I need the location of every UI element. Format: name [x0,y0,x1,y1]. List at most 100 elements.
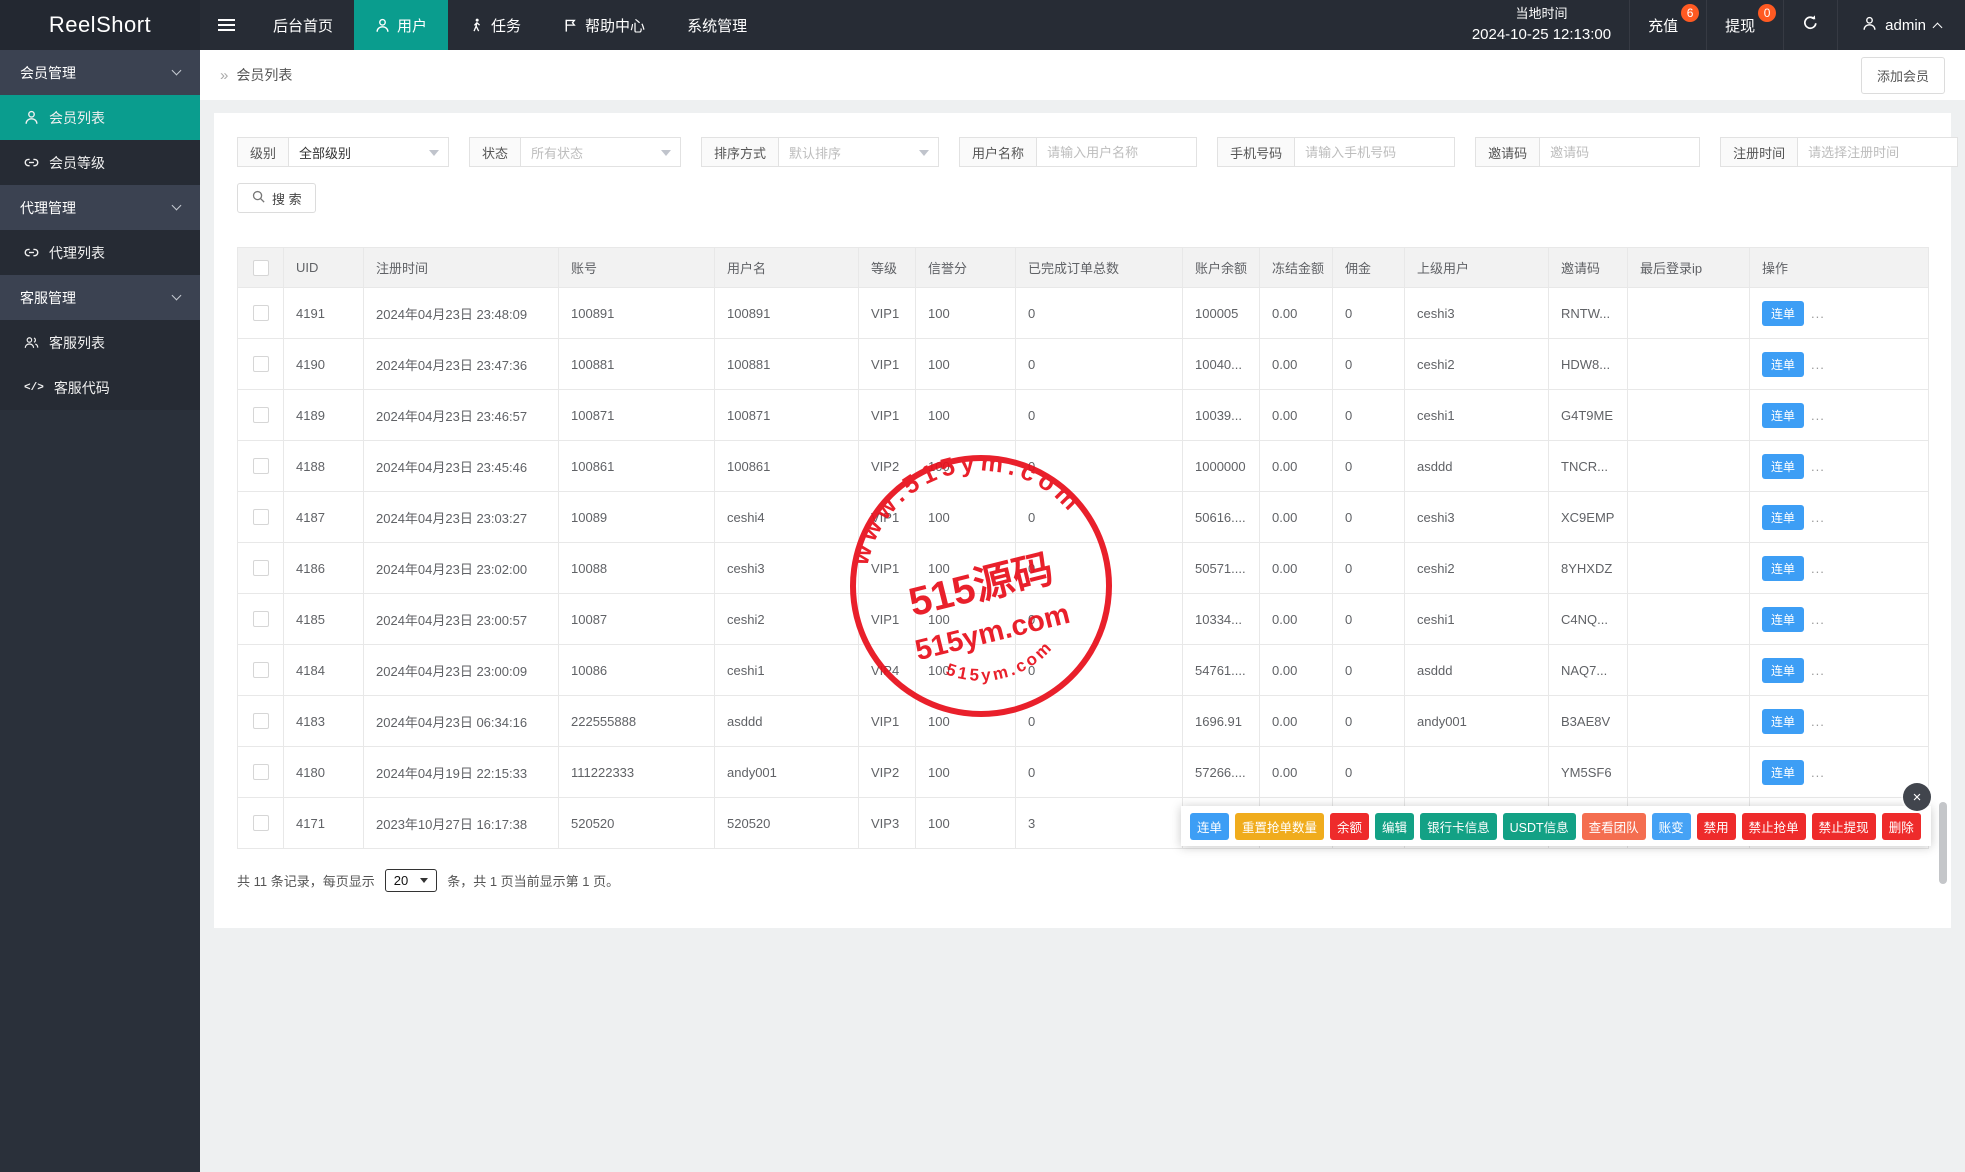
cell: 50571.... [1182,542,1260,594]
liandan-button[interactable]: 连单 [1762,351,1805,377]
scrollbar-thumb[interactable] [1939,802,1947,884]
liandan-button[interactable]: 连单 [1762,759,1805,785]
page-size-select[interactable]: 20 [384,869,438,892]
row-checkbox[interactable] [252,764,269,781]
actions-cell: 连单... [1749,389,1929,441]
filter-input-username[interactable] [1037,137,1198,167]
close-button[interactable]: × [1903,783,1931,811]
main-content: 级别全部级别状态所有状态排序方式默认排序用户名称手机号码邀请码注册时间 搜 索 … [200,100,1965,1172]
cell: ceshi2 [714,593,859,645]
select-all-checkbox[interactable] [252,259,269,276]
action-button-reset-grab-count[interactable]: 重置抢单数量 [1235,812,1325,840]
liandan-button[interactable]: 连单 [1762,657,1805,683]
column-header: UID [283,247,364,288]
row-checkbox[interactable] [252,356,269,373]
filter-select-level[interactable]: 全部级别 [289,137,450,167]
row-checkbox[interactable] [252,662,269,679]
sidebar-group-member-management[interactable]: 会员管理 [0,50,200,95]
menu-toggle-button[interactable] [200,0,252,50]
filter-select-sort[interactable]: 默认排序 [779,137,940,167]
row-checkbox[interactable] [252,611,269,628]
table-row: 4186 2024年04月23日 23:02:00 10088 ceshi3 VIP1 1… [237,542,1929,594]
row-checkbox[interactable] [252,407,269,424]
sidebar-item-label: 客服列表 [49,334,105,351]
cell: VIP1 [858,491,916,543]
liandan-button[interactable]: 连单 [1762,708,1805,734]
filter-input-phone[interactable] [1295,137,1456,167]
nav-item-help[interactable]: 帮助中心 [542,0,666,50]
row-checkbox[interactable] [252,815,269,832]
liandan-button[interactable]: 连单 [1762,606,1805,632]
cell: 10039... [1182,389,1260,441]
row-checkbox[interactable] [252,305,269,322]
liandan-button[interactable]: 连单 [1762,402,1805,428]
row-checkbox[interactable] [252,458,269,475]
sidebar-item-agent-list[interactable]: 代理列表 [0,230,200,275]
nav-item-tasks[interactable]: 任务 [448,0,542,50]
withdraw-button[interactable]: 提现 0 [1706,0,1783,50]
sidebar-group-service-management[interactable]: 客服管理 [0,275,200,320]
recharge-button[interactable]: 充值 6 [1629,0,1706,50]
more-actions-button[interactable]: ... [1811,714,1825,729]
more-actions-button[interactable]: ... [1811,663,1825,678]
admin-menu[interactable]: admin [1837,0,1965,50]
sidebar-item-service-code[interactable]: </> 客服代码 [0,365,200,410]
actions-cell: 连单... [1749,542,1929,594]
cell: 2024年04月23日 23:02:00 [363,542,559,594]
row-checkbox[interactable] [252,713,269,730]
filter-select-status[interactable]: 所有状态 [521,137,682,167]
cell: XC9EMP [1548,491,1628,543]
action-button-balance[interactable]: 余额 [1330,812,1370,840]
more-actions-button[interactable]: ... [1811,765,1825,780]
search-button[interactable]: 搜 索 [237,183,316,213]
column-header: 操作 [1749,247,1929,288]
column-header: 邀请码 [1548,247,1628,288]
hamburger-icon [217,19,235,31]
liandan-button[interactable]: 连单 [1762,453,1805,479]
chevron-down-icon [171,65,182,76]
liandan-button[interactable]: 连单 [1762,300,1805,326]
action-button-disable[interactable]: 禁用 [1696,812,1736,840]
liandan-button[interactable]: 连单 [1762,555,1805,581]
cell: 520520 [714,797,859,849]
action-button-account-change[interactable]: 账变 [1651,812,1691,840]
action-button-edit[interactable]: 编辑 [1375,812,1415,840]
more-actions-button[interactable]: ... [1811,357,1825,372]
liandan-button[interactable]: 连单 [1762,504,1805,530]
action-button-ban-withdraw[interactable]: 禁止提现 [1811,812,1876,840]
cell: 100 [915,389,1016,441]
more-actions-button[interactable]: ... [1811,612,1825,627]
page-size-value: 20 [393,873,409,888]
row-checkbox[interactable] [252,560,269,577]
add-member-button[interactable]: 添加会员 [1860,56,1945,94]
sidebar-item-member-level[interactable]: 会员等级 [0,140,200,185]
actions-cell: 连单... [1749,338,1929,390]
more-actions-button[interactable]: ... [1811,561,1825,576]
action-button-delete[interactable]: 删除 [1881,812,1921,840]
more-actions-button[interactable]: ... [1811,510,1825,525]
nav-item-users[interactable]: 用户 [354,0,449,50]
cell: 100 [915,593,1016,645]
action-button-usdt-info[interactable]: USDT信息 [1502,812,1576,840]
cell: 0 [1332,338,1405,390]
sidebar-item-service-list[interactable]: 客服列表 [0,320,200,365]
sidebar-group-agent-management[interactable]: 代理管理 [0,185,200,230]
breadcrumb-bar: » 会员列表 添加会员 [200,50,1965,100]
refresh-button[interactable] [1783,0,1837,50]
cell: 0.00 [1259,287,1333,339]
pagination-summary: 共 11 条记录，每页显示 [237,874,375,889]
sidebar-item-member-list[interactable]: 会员列表 [0,95,200,140]
filter-input-invite-code[interactable] [1540,137,1701,167]
action-button-view-team[interactable]: 查看团队 [1581,812,1646,840]
action-button-bank-card-info[interactable]: 银行卡信息 [1420,812,1497,840]
nav-item-system[interactable]: 系统管理 [666,0,768,50]
nav-item-home[interactable]: 后台首页 [252,0,354,50]
more-actions-button[interactable]: ... [1811,459,1825,474]
more-actions-button[interactable]: ... [1811,306,1825,321]
row-checkbox[interactable] [252,509,269,526]
action-button-liandan[interactable]: 连单 [1190,812,1230,840]
more-actions-button[interactable]: ... [1811,408,1825,423]
action-button-ban-grab[interactable]: 禁止抢单 [1741,812,1806,840]
filter-input-reg-time[interactable] [1798,137,1959,167]
cell: TNCR... [1548,440,1628,492]
